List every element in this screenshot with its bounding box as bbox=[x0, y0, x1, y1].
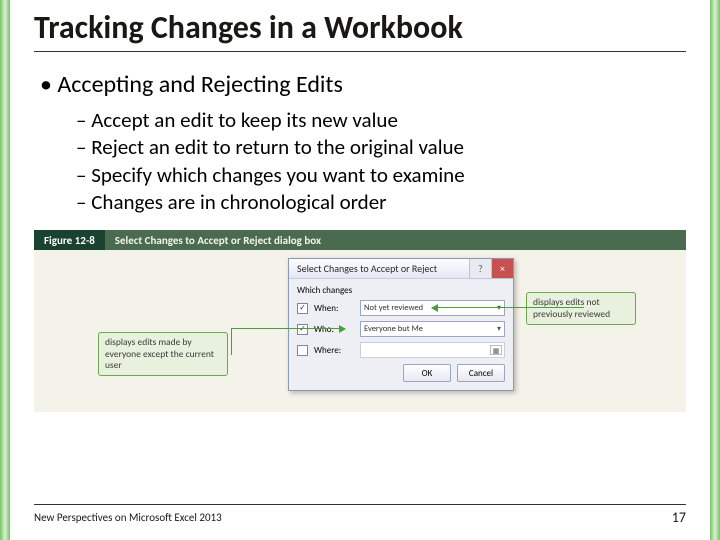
bullet-level1: Accepting and Rejecting Edits bbox=[40, 70, 686, 99]
footer-page-number: 17 bbox=[672, 509, 686, 526]
who-checkbox[interactable] bbox=[297, 324, 308, 335]
slide-body: Tracking Changes in a Workbook Accepting… bbox=[10, 0, 710, 540]
bullet-level2: Accept an edit to keep its new value bbox=[76, 107, 686, 134]
where-label: Where: bbox=[314, 345, 354, 356]
when-row: When: Not yet reviewed ▾ bbox=[297, 300, 505, 316]
dialog-titlebar: Select Changes to Accept or Reject ? × bbox=[289, 259, 513, 279]
chevron-down-icon: ▾ bbox=[497, 303, 501, 313]
figure-header: Figure 12-8 Select Changes to Accept or … bbox=[34, 230, 686, 250]
dialog-window: Select Changes to Accept or Reject ? × W… bbox=[288, 258, 514, 391]
figure-caption: Select Changes to Accept or Reject dialo… bbox=[105, 230, 686, 250]
figure-body: Select Changes to Accept or Reject ? × W… bbox=[34, 250, 686, 412]
bullet-level2: Reject an edit to return to the original… bbox=[76, 134, 686, 161]
refedit-collapse-icon[interactable]: ▦ bbox=[490, 345, 502, 355]
where-row: Where: ▦ bbox=[297, 342, 505, 358]
arrow-to-who bbox=[231, 328, 345, 329]
slide-title: Tracking Changes in a Workbook bbox=[34, 8, 686, 52]
dialog-title-text: Select Changes to Accept or Reject bbox=[297, 262, 437, 275]
cancel-button[interactable]: Cancel bbox=[457, 364, 505, 382]
arrow-to-when bbox=[432, 307, 584, 308]
help-button[interactable]: ? bbox=[469, 259, 491, 279]
when-checkbox[interactable] bbox=[297, 303, 308, 314]
where-refedit[interactable]: ▦ bbox=[360, 342, 505, 358]
bullet-level2: Changes are in chronological order bbox=[76, 189, 686, 216]
ok-button[interactable]: OK bbox=[403, 364, 451, 382]
when-value: Not yet reviewed bbox=[364, 303, 423, 313]
bullet-level2: Specify which changes you want to examin… bbox=[76, 162, 686, 189]
which-changes-label: Which changes bbox=[297, 285, 505, 296]
who-row: Who: Everyone but Me ▾ bbox=[297, 321, 505, 337]
decorative-left-border bbox=[0, 0, 10, 540]
who-combo[interactable]: Everyone but Me ▾ bbox=[360, 321, 505, 337]
who-value: Everyone but Me bbox=[364, 324, 423, 334]
who-label: Who: bbox=[314, 324, 354, 335]
callout-who: displays edits made by everyone except t… bbox=[98, 332, 228, 376]
decorative-right-border bbox=[710, 0, 720, 540]
figure-number: Figure 12-8 bbox=[34, 230, 105, 250]
figure: Figure 12-8 Select Changes to Accept or … bbox=[34, 230, 686, 412]
footer-book-title: New Perspectives on Microsoft Excel 2013 bbox=[34, 511, 222, 524]
chevron-down-icon: ▾ bbox=[497, 324, 501, 334]
slide-footer: New Perspectives on Microsoft Excel 2013… bbox=[34, 504, 686, 526]
dialog-content: Which changes When: Not yet reviewed ▾ W… bbox=[289, 279, 513, 390]
when-label: When: bbox=[314, 303, 354, 314]
close-button[interactable]: × bbox=[491, 259, 513, 279]
where-checkbox[interactable] bbox=[297, 345, 308, 356]
callout-when: displays edits not previously reviewed bbox=[526, 292, 636, 325]
